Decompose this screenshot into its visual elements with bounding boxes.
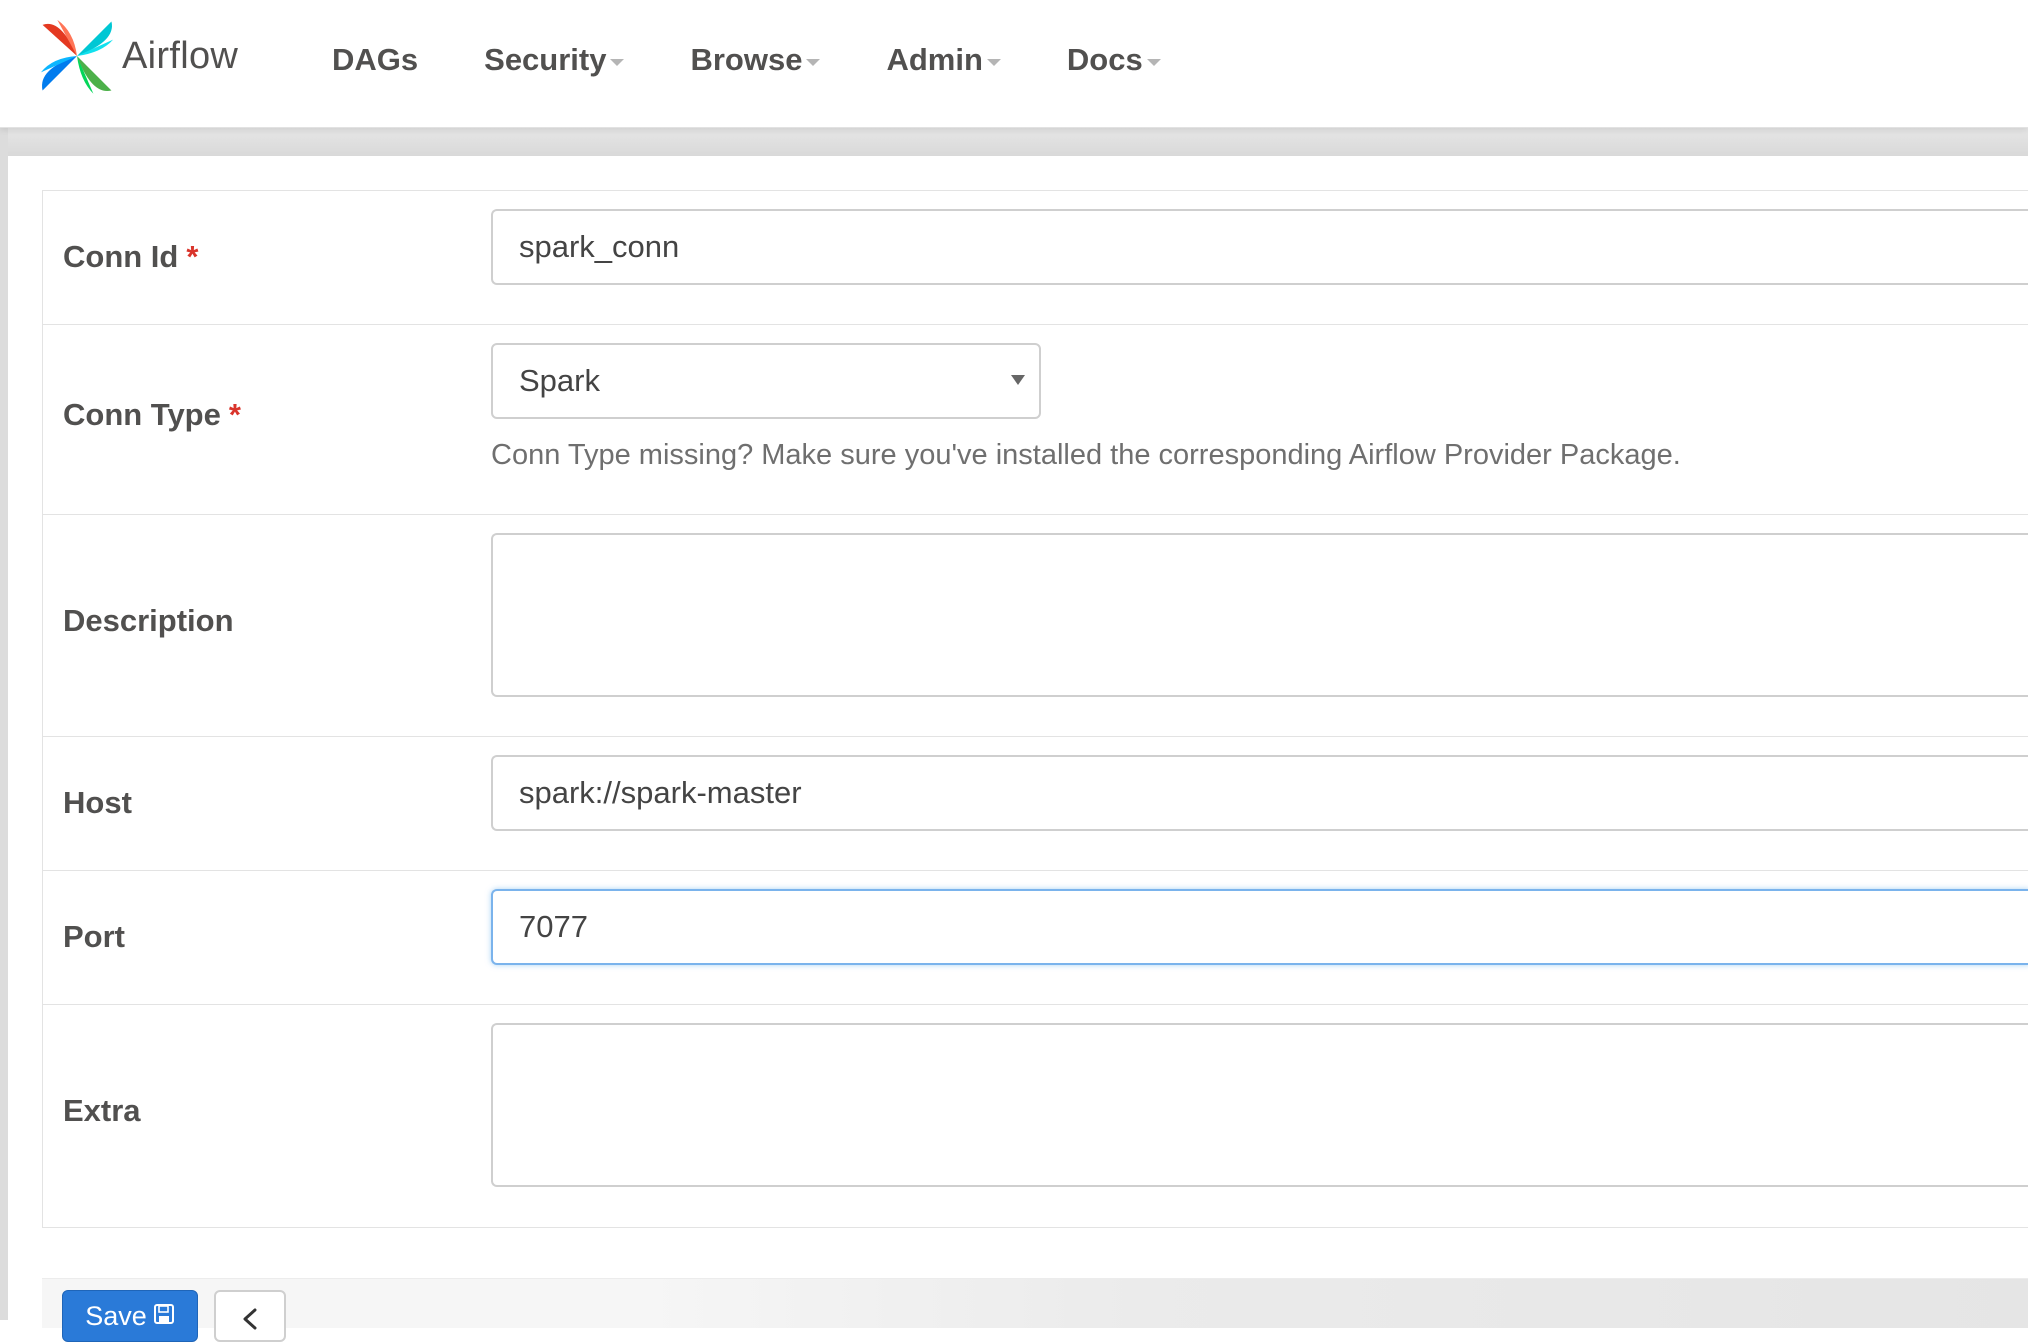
caret-down-icon [986, 58, 1001, 66]
main-content: Conn Id * spark_conn Conn Type * Spark Con… [8, 156, 2028, 1342]
conn-type-label-text: Conn Type [63, 397, 221, 432]
main-nav-menu: DAGs Security Browse Admin Docs [332, 0, 1227, 120]
conn-type-select[interactable]: Spark [491, 343, 1041, 419]
nav-item-label: Browse [690, 42, 803, 77]
conn-type-label: Conn Type * [63, 397, 241, 433]
extra-label: Extra [63, 1093, 141, 1128]
floppy-disk-icon [153, 1304, 174, 1324]
conn-type-selected: Spark [519, 363, 600, 398]
port-value: 7077 [519, 909, 588, 944]
nav-item-security[interactable]: Security [484, 0, 625, 120]
top-navbar: Airflow DAGs Security Browse Admin Docs [0, 0, 2028, 128]
host-input[interactable]: spark://spark-master [491, 755, 2028, 831]
nav-item-label: DAGs [332, 42, 419, 77]
nav-item-admin[interactable]: Admin [886, 0, 1001, 120]
conn-type-help-text: Conn Type missing? Make sure you've inst… [491, 439, 1681, 471]
back-button[interactable] [214, 1290, 286, 1342]
nav-item-label: Security [484, 42, 607, 77]
description-label: Description [63, 603, 234, 638]
conn-id-label-text: Conn Id [63, 239, 179, 274]
page-header-strip [0, 128, 2028, 156]
port-input[interactable]: 7077 [491, 889, 2028, 965]
save-button[interactable]: Save [62, 1290, 198, 1342]
caret-down-icon [806, 58, 821, 66]
save-button-label: Save [85, 1301, 147, 1331]
form-row-description: Description [43, 515, 2028, 737]
form-row-conn-id: Conn Id * spark_conn [43, 191, 2028, 325]
nav-item-label: Docs [1066, 42, 1143, 77]
nav-item-label: Admin [886, 42, 983, 77]
form-row-conn-type: Conn Type * Spark Conn Type missing? Make… [43, 325, 2028, 515]
back-arrow-icon [243, 1308, 257, 1330]
conn-id-input[interactable]: spark_conn [491, 209, 2028, 285]
required-marker: * [186, 239, 199, 274]
dropdown-arrow-icon [1011, 375, 1025, 385]
extra-textarea[interactable] [491, 1023, 2028, 1187]
nav-item-browse[interactable]: Browse [690, 0, 821, 120]
host-label: Host [63, 785, 132, 820]
page-left-edge [0, 128, 8, 1320]
form-actions-bar [42, 1278, 2028, 1328]
brand-name: Airflow [122, 34, 239, 77]
nav-item-dags[interactable]: DAGs [332, 0, 418, 120]
conn-id-label: Conn Id * [63, 239, 198, 275]
connection-form: Conn Id * spark_conn Conn Type * Spark Con… [42, 190, 2028, 1228]
caret-down-icon [610, 58, 625, 66]
form-row-port: Port 7077 [43, 871, 2028, 1005]
port-label: Port [63, 919, 125, 954]
brand-link[interactable]: Airflow [36, 14, 238, 98]
airflow-logo-icon [40, 19, 114, 94]
host-value: spark://spark-master [519, 775, 802, 810]
required-marker: * [228, 397, 241, 432]
nav-item-docs[interactable]: Docs [1067, 0, 1161, 120]
description-textarea[interactable] [491, 533, 2028, 697]
form-row-extra: Extra [43, 1005, 2028, 1227]
caret-down-icon [1146, 58, 1161, 66]
form-row-host: Host spark://spark-master [43, 737, 2028, 871]
conn-id-value: spark_conn [519, 229, 680, 264]
